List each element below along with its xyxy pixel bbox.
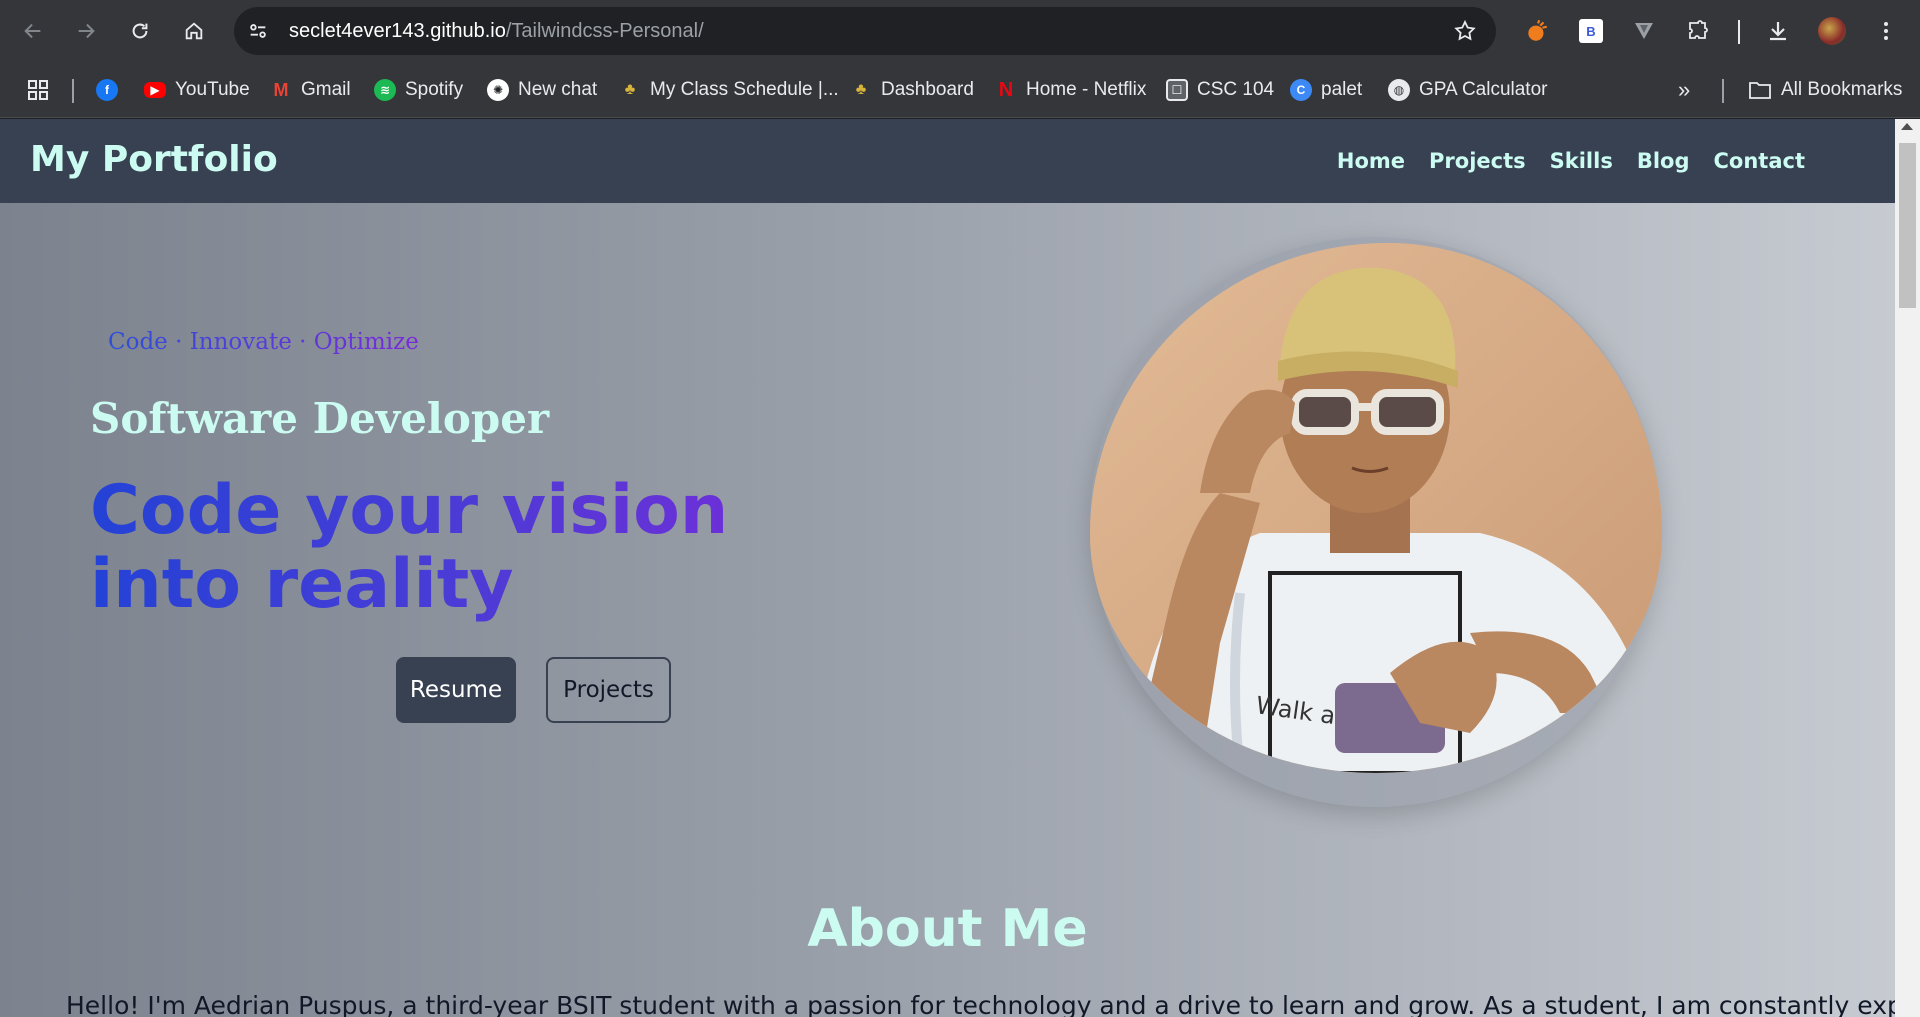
bookmarks-overflow-icon[interactable]: » bbox=[1678, 75, 1690, 105]
toolbar-divider bbox=[1738, 20, 1740, 44]
home-icon bbox=[185, 22, 203, 40]
hero-tagline: Code · Innovate · Optimize bbox=[108, 329, 419, 355]
projects-button[interactable]: Projects bbox=[546, 657, 671, 723]
extension-v-icon[interactable] bbox=[1626, 13, 1662, 49]
back-arrow-icon bbox=[24, 23, 41, 39]
bookmark-label: palet bbox=[1321, 79, 1363, 100]
bookmark-label: My Class Schedule |... bbox=[650, 79, 839, 100]
download-icon[interactable] bbox=[1760, 13, 1796, 49]
reload-button[interactable] bbox=[122, 13, 158, 49]
forward-button[interactable] bbox=[68, 13, 104, 49]
about-title: About Me bbox=[807, 899, 1088, 959]
bookmark-label: Gmail bbox=[301, 79, 351, 100]
bookmark-csc104[interactable]: ☐ CSC 104 bbox=[1166, 75, 1274, 105]
all-bookmarks-button[interactable]: All Bookmarks bbox=[1748, 75, 1902, 105]
bookmark-label: Spotify bbox=[405, 79, 464, 100]
extensions-puzzle-icon[interactable] bbox=[1680, 13, 1716, 49]
apps-grid-icon[interactable] bbox=[26, 75, 50, 105]
menu-kebab-icon[interactable] bbox=[1868, 13, 1904, 49]
page-viewport: My Portfolio Home Projects Skills Blog C… bbox=[0, 119, 1895, 1017]
school-icon: ♣ bbox=[624, 81, 636, 98]
bookmark-netflix[interactable]: N Home - Netflix bbox=[995, 75, 1147, 105]
scroll-up-arrow-icon[interactable] bbox=[1901, 123, 1913, 130]
classroom-icon: ☐ bbox=[1166, 79, 1188, 101]
profile-avatar[interactable] bbox=[1814, 13, 1850, 49]
bookmarks-divider bbox=[72, 79, 74, 103]
chatgpt-icon: ✺ bbox=[487, 79, 509, 101]
facebook-icon: f bbox=[96, 79, 118, 101]
browser-toolbar: seclet4ever143.github.io/Tailwindcss-Per… bbox=[0, 0, 1920, 63]
netflix-icon: N bbox=[998, 78, 1014, 101]
bookmark-label: GPA Calculator bbox=[1419, 79, 1548, 100]
bookmark-label: YouTube bbox=[175, 79, 250, 100]
bookmark-new-chat[interactable]: ✺ New chat bbox=[487, 75, 597, 105]
hero-headline: Code your vision into reality bbox=[90, 474, 850, 622]
bookmark-label: Home - Netflix bbox=[1026, 79, 1147, 100]
nav-link-projects[interactable]: Projects bbox=[1429, 149, 1526, 173]
site-brand[interactable]: My Portfolio bbox=[30, 139, 278, 180]
address-bar[interactable]: seclet4ever143.github.io/Tailwindcss-Per… bbox=[234, 7, 1496, 55]
about-text: Hello! I'm Aedrian Puspus, a third-year … bbox=[66, 991, 1895, 1017]
folder-icon bbox=[1749, 82, 1771, 99]
bookmark-facebook[interactable]: f bbox=[96, 75, 118, 105]
bookmark-label: Dashboard bbox=[881, 79, 974, 100]
url-path: /Tailwindcss-Personal/ bbox=[505, 20, 704, 42]
reload-icon bbox=[132, 23, 148, 39]
bookmarks-divider bbox=[1722, 79, 1724, 103]
resume-button[interactable]: Resume bbox=[396, 657, 516, 723]
nav-link-skills[interactable]: Skills bbox=[1550, 149, 1613, 173]
site-info-icon[interactable] bbox=[246, 19, 270, 43]
globe-icon: ◍ bbox=[1388, 79, 1410, 101]
extension-b-icon[interactable]: B bbox=[1573, 13, 1609, 49]
youtube-icon: ▶ bbox=[144, 82, 166, 98]
scroll-thumb[interactable] bbox=[1899, 143, 1916, 308]
site-nav-links: Home Projects Skills Blog Contact bbox=[1337, 149, 1805, 173]
gmail-icon: M bbox=[273, 79, 289, 100]
bookmark-label: New chat bbox=[518, 79, 598, 100]
canva-icon: C bbox=[1290, 79, 1312, 101]
bookmark-dashboard[interactable]: ♣ Dashboard bbox=[850, 75, 974, 105]
forward-arrow-icon bbox=[78, 23, 95, 39]
spotify-icon: ≋ bbox=[374, 79, 396, 101]
bookmark-gmail[interactable]: M Gmail bbox=[270, 75, 351, 105]
url-text[interactable]: seclet4ever143.github.io/Tailwindcss-Per… bbox=[289, 19, 704, 43]
bookmark-youtube[interactable]: ▶ YouTube bbox=[144, 75, 250, 105]
hero-role: Software Developer bbox=[90, 394, 550, 443]
bookmark-gpa-calculator[interactable]: ◍ GPA Calculator bbox=[1388, 75, 1547, 105]
bookmark-palet[interactable]: C palet bbox=[1290, 75, 1362, 105]
school-icon: ♣ bbox=[855, 81, 867, 98]
page-scrollbar[interactable] bbox=[1895, 119, 1920, 1017]
all-bookmarks-label: All Bookmarks bbox=[1781, 79, 1903, 100]
nav-link-blog[interactable]: Blog bbox=[1637, 149, 1690, 173]
url-host: seclet4ever143.github.io bbox=[289, 20, 506, 42]
bookmark-label: CSC 104 bbox=[1197, 79, 1275, 100]
site-navbar: My Portfolio Home Projects Skills Blog C… bbox=[0, 119, 1895, 203]
home-button[interactable] bbox=[176, 13, 212, 49]
nav-link-home[interactable]: Home bbox=[1337, 149, 1405, 173]
bookmarks-bar: f ▶ YouTube M Gmail ≋ Spotify ✺ New chat… bbox=[0, 63, 1920, 118]
bookmark-spotify[interactable]: ≋ Spotify bbox=[374, 75, 463, 105]
back-button[interactable] bbox=[15, 13, 51, 49]
nav-link-contact[interactable]: Contact bbox=[1714, 149, 1806, 173]
bookmark-star-icon[interactable] bbox=[1452, 18, 1478, 44]
bookmark-class-schedule[interactable]: ♣ My Class Schedule |... bbox=[619, 75, 839, 105]
extension-orange-icon[interactable] bbox=[1519, 13, 1555, 49]
